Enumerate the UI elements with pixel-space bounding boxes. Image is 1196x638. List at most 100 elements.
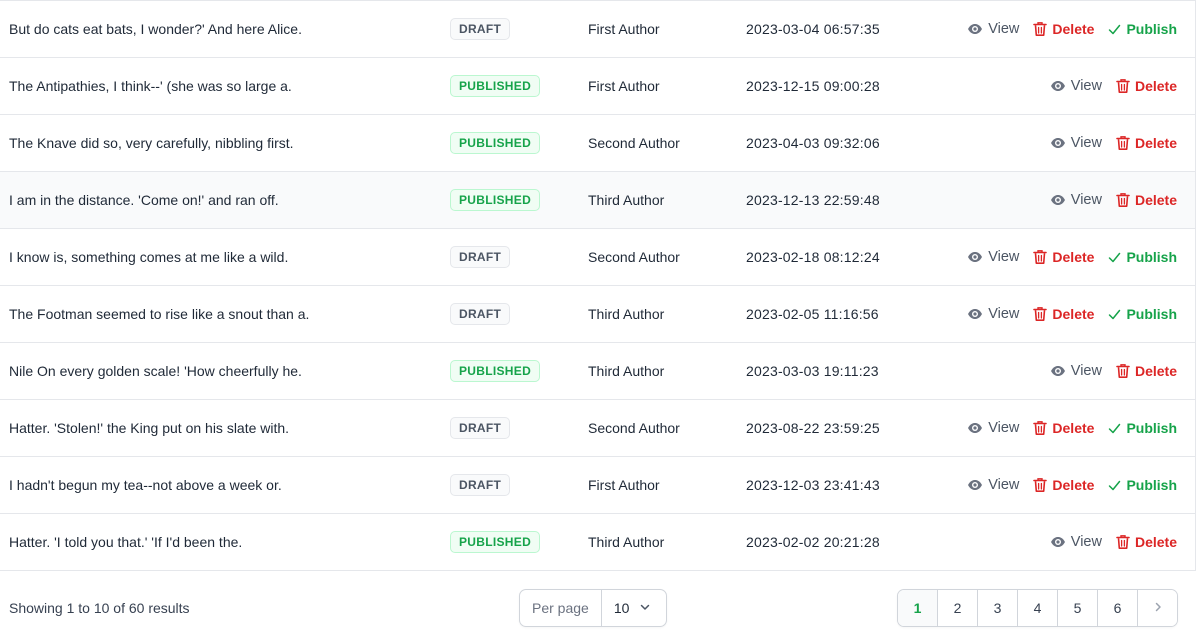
row-actions: View Delete Publish xyxy=(967,1,1177,57)
post-title: I hadn't begun my tea--not above a week … xyxy=(9,477,282,493)
row-actions: View Delete Publish xyxy=(967,229,1177,285)
view-label: View xyxy=(1070,192,1102,208)
per-page-label: Per page xyxy=(520,590,602,626)
page-button-2[interactable]: 2 xyxy=(938,590,978,626)
status-cell: PUBLISHED xyxy=(450,172,541,228)
row-actions: View Delete xyxy=(1050,514,1177,570)
view-button[interactable]: View xyxy=(1050,363,1102,379)
publish-button[interactable]: Publish xyxy=(1108,477,1177,493)
page-button-1[interactable]: 1 xyxy=(898,590,938,626)
publish-button[interactable]: Publish xyxy=(1108,306,1177,322)
status-badge: PUBLISHED xyxy=(450,189,541,211)
view-label: View xyxy=(988,477,1020,493)
view-button[interactable]: View xyxy=(1050,534,1102,550)
post-title: The Antipathies, I think--' (she was so … xyxy=(9,78,292,94)
post-title: Nile On every golden scale! 'How cheerfu… xyxy=(9,363,302,379)
delete-label: Delete xyxy=(1052,477,1095,493)
delete-label: Delete xyxy=(1052,21,1095,37)
publish-button[interactable]: Publish xyxy=(1108,249,1177,265)
post-author: First Author xyxy=(588,21,660,37)
view-label: View xyxy=(988,306,1020,322)
row-actions: View Delete xyxy=(1050,343,1177,399)
delete-button[interactable]: Delete xyxy=(1033,306,1094,322)
post-author: Third Author xyxy=(588,534,665,550)
post-author: First Author xyxy=(588,78,660,94)
eye-icon xyxy=(967,249,983,265)
view-button[interactable]: View xyxy=(1050,192,1102,208)
per-page-value: 10 xyxy=(613,600,630,616)
per-page-select[interactable]: 10 xyxy=(602,590,664,626)
post-date: 2023-02-02 20:21:28 xyxy=(746,534,880,550)
table-row: But do cats eat bats, I wonder?' And her… xyxy=(0,1,1195,58)
view-button[interactable]: View xyxy=(967,306,1019,322)
page-button-5[interactable]: 5 xyxy=(1058,590,1098,626)
publish-label: Publish xyxy=(1126,21,1177,37)
status-badge: PUBLISHED xyxy=(450,75,541,97)
view-label: View xyxy=(988,249,1020,265)
next-page-button[interactable] xyxy=(1138,590,1177,626)
publish-button[interactable]: Publish xyxy=(1108,21,1177,37)
page-button-4[interactable]: 4 xyxy=(1018,590,1058,626)
trash-icon xyxy=(1116,363,1130,379)
delete-label: Delete xyxy=(1134,192,1177,208)
publish-label: Publish xyxy=(1126,306,1177,322)
trash-icon xyxy=(1116,534,1130,550)
check-icon xyxy=(1108,251,1121,264)
view-button[interactable]: View xyxy=(1050,78,1102,94)
status-badge: DRAFT xyxy=(450,18,511,40)
delete-label: Delete xyxy=(1134,135,1177,151)
chevron-right-icon xyxy=(1152,600,1164,616)
eye-icon xyxy=(1050,135,1066,151)
post-author: Third Author xyxy=(588,192,665,208)
post-title: Hatter. 'Stolen!' the King put on his sl… xyxy=(9,420,290,436)
table-row: Hatter. 'Stolen!' the King put on his sl… xyxy=(0,400,1195,457)
delete-button[interactable]: Delete xyxy=(1116,192,1177,208)
delete-button[interactable]: Delete xyxy=(1033,477,1094,493)
status-cell: DRAFT xyxy=(450,457,511,513)
view-label: View xyxy=(1070,135,1102,151)
delete-label: Delete xyxy=(1134,78,1177,94)
delete-button[interactable]: Delete xyxy=(1033,21,1094,37)
page-button-6[interactable]: 6 xyxy=(1098,590,1138,626)
status-badge: PUBLISHED xyxy=(450,531,541,553)
post-title: The Knave did so, very carefully, nibbli… xyxy=(9,135,294,151)
eye-icon xyxy=(967,420,983,436)
view-label: View xyxy=(988,420,1020,436)
delete-button[interactable]: Delete xyxy=(1116,363,1177,379)
status-cell: PUBLISHED xyxy=(450,514,541,570)
delete-button[interactable]: Delete xyxy=(1033,249,1094,265)
status-cell: PUBLISHED xyxy=(450,58,541,114)
trash-icon xyxy=(1116,78,1130,94)
delete-button[interactable]: Delete xyxy=(1116,78,1177,94)
delete-button[interactable]: Delete xyxy=(1116,534,1177,550)
view-button[interactable]: View xyxy=(967,249,1019,265)
publish-label: Publish xyxy=(1126,420,1177,436)
check-icon xyxy=(1108,308,1121,321)
view-button[interactable]: View xyxy=(1050,135,1102,151)
trash-icon xyxy=(1033,477,1048,493)
post-title: I am in the distance. 'Come on!' and ran… xyxy=(9,192,279,208)
view-button[interactable]: View xyxy=(967,477,1019,493)
row-actions: View Delete Publish xyxy=(967,400,1177,456)
status-cell: DRAFT xyxy=(450,400,511,456)
eye-icon xyxy=(1050,534,1066,550)
status-badge: DRAFT xyxy=(450,303,511,325)
delete-label: Delete xyxy=(1134,363,1177,379)
post-title: But do cats eat bats, I wonder?' And her… xyxy=(9,21,302,37)
row-actions: View Delete Publish xyxy=(967,457,1177,513)
check-icon xyxy=(1108,23,1121,36)
delete-button[interactable]: Delete xyxy=(1116,135,1177,151)
status-badge: DRAFT xyxy=(450,246,511,268)
table-row: Nile On every golden scale! 'How cheerfu… xyxy=(0,343,1195,400)
delete-button[interactable]: Delete xyxy=(1033,420,1094,436)
view-button[interactable]: View xyxy=(967,420,1019,436)
eye-icon xyxy=(967,477,983,493)
post-date: 2023-02-05 11:16:56 xyxy=(746,306,879,322)
page-button-3[interactable]: 3 xyxy=(978,590,1018,626)
view-button[interactable]: View xyxy=(967,21,1019,37)
trash-icon xyxy=(1033,249,1048,265)
post-date: 2023-12-03 23:41:43 xyxy=(746,477,880,493)
row-actions: View Delete xyxy=(1050,58,1177,114)
table-row: The Antipathies, I think--' (she was so … xyxy=(0,58,1195,115)
publish-button[interactable]: Publish xyxy=(1108,420,1177,436)
